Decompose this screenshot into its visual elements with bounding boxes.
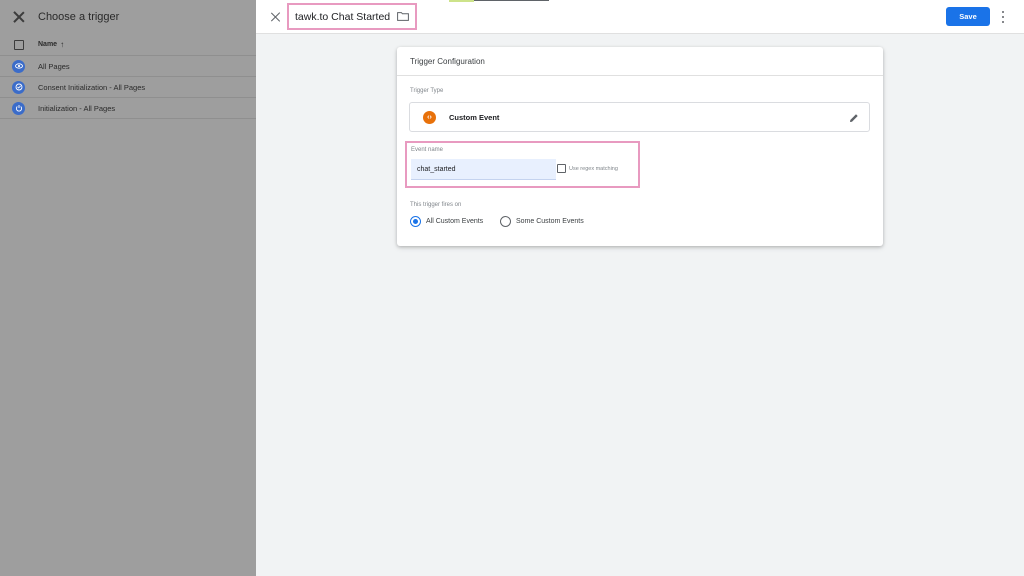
radio-label: All Custom Events (426, 218, 484, 225)
card-heading: Trigger Configuration (397, 47, 883, 76)
eye-icon (12, 59, 25, 73)
trigger-list-header: Name ↑ (0, 34, 256, 56)
folder-icon[interactable] (397, 12, 410, 21)
editor-topbar: tawk.to Chat Started Save (256, 0, 1024, 34)
trigger-title-field[interactable]: tawk.to Chat Started (287, 3, 417, 30)
power-icon (12, 101, 25, 115)
regex-label: Use regex matching (569, 165, 618, 172)
close-picker-icon[interactable] (12, 10, 26, 24)
trigger-configuration-card: Trigger Configuration Trigger Type ‹› Cu… (397, 47, 883, 246)
consent-icon (12, 80, 25, 94)
radio-some-custom-events[interactable]: Some Custom Events (500, 216, 584, 227)
more-options-icon[interactable] (1001, 11, 1005, 23)
radio-button-selected[interactable] (410, 216, 421, 227)
trigger-type-label: Trigger Type (410, 88, 444, 94)
close-icon[interactable] (270, 12, 280, 22)
regex-checkbox[interactable] (557, 164, 566, 173)
trigger-row-label: Initialization - All Pages (38, 103, 116, 113)
trigger-row-initialization[interactable]: Initialization - All Pages (0, 98, 256, 119)
radio-all-custom-events[interactable]: All Custom Events (410, 216, 483, 227)
trigger-picker-title: Choose a trigger (38, 11, 120, 23)
trigger-type-selector[interactable]: ‹› Custom Event (409, 102, 870, 132)
name-column-header[interactable]: Name ↑ (38, 40, 64, 49)
pencil-icon[interactable] (849, 113, 859, 123)
name-column-label: Name (38, 41, 58, 48)
sort-ascending-icon: ↑ (60, 40, 65, 49)
trigger-title[interactable]: tawk.to Chat Started (295, 11, 390, 23)
trigger-row-all-pages[interactable]: All Pages (0, 56, 256, 77)
radio-button[interactable] (500, 216, 511, 227)
custom-event-icon: ‹› (423, 110, 436, 124)
trigger-picker-panel: Choose a trigger Name ↑ All Pages Consen… (0, 0, 256, 576)
event-name-label: Event name (411, 147, 444, 153)
trigger-row-label: All Pages (38, 61, 70, 71)
trigger-editor: tawk.to Chat Started Save Trigger Config… (256, 0, 1024, 576)
trigger-row-consent-init[interactable]: Consent Initialization - All Pages (0, 77, 256, 98)
regex-option[interactable]: Use regex matching (557, 164, 618, 173)
trigger-picker-header: Choose a trigger (0, 0, 256, 34)
save-button[interactable]: Save (946, 7, 990, 26)
event-name-input[interactable]: chat_started (411, 159, 556, 180)
top-strip-line (474, 0, 549, 1)
event-name-group: Event name chat_started Use regex matchi… (405, 141, 640, 188)
top-strip-accent (449, 0, 474, 2)
radio-label: Some Custom Events (516, 218, 584, 225)
fires-on-label: This trigger fires on (410, 202, 462, 208)
trigger-type-value: Custom Event (449, 112, 500, 122)
trigger-row-label: Consent Initialization - All Pages (38, 82, 146, 92)
select-all-checkbox[interactable] (14, 39, 24, 50)
